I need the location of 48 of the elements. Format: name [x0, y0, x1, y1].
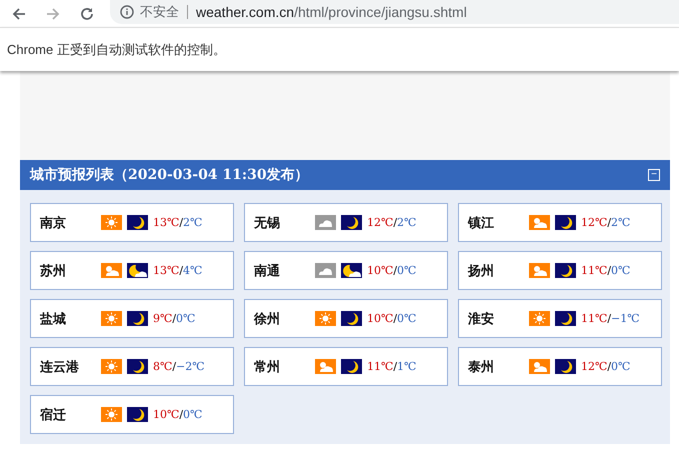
- forward-arrow-icon: [45, 6, 61, 22]
- city-name: 镇江: [468, 214, 495, 232]
- city-card[interactable]: 无锡 12℃/2℃: [244, 203, 448, 242]
- reload-icon: [79, 6, 95, 22]
- city-card[interactable]: 宿迁 10℃/0℃: [30, 395, 234, 434]
- city-name: 连云港: [40, 358, 80, 376]
- city-card[interactable]: 扬州 11℃/0℃: [458, 251, 662, 290]
- city-card[interactable]: 徐州 10℃/0℃: [244, 299, 448, 338]
- city-name: 淮安: [468, 310, 495, 328]
- city-name: 宿迁: [40, 406, 67, 424]
- city-card[interactable]: 常州 11℃/1℃: [244, 347, 448, 386]
- city-name: 扬州: [468, 262, 495, 280]
- temperature-text: 11℃/1℃: [367, 360, 416, 373]
- city-name: 盐城: [40, 310, 67, 328]
- url-text: weather.com.cn/html/province/jiangsu.shtml: [196, 4, 467, 20]
- city-card[interactable]: 镇江 12℃/2℃: [458, 203, 662, 242]
- city-name: 南通: [254, 262, 281, 280]
- temperature-text: 10℃/0℃: [153, 408, 202, 421]
- temperature-text: 12℃/0℃: [581, 360, 630, 373]
- city-card[interactable]: 南通 10℃/0℃: [244, 251, 448, 290]
- temperature-text: 8℃/−2℃: [153, 360, 205, 373]
- city-name: 泰州: [468, 358, 495, 376]
- city-card[interactable]: 连云港 8℃/−2℃: [30, 347, 234, 386]
- city-card[interactable]: 苏州 13℃/4℃: [30, 251, 234, 290]
- temperature-text: 12℃/2℃: [581, 216, 630, 229]
- city-card[interactable]: 南京 13℃/2℃: [30, 203, 234, 242]
- temperature-text: 13℃/2℃: [153, 216, 202, 229]
- temperature-text: 11℃/0℃: [581, 264, 630, 277]
- security-label: 不安全: [140, 4, 188, 18]
- collapse-button[interactable]: −: [648, 169, 660, 181]
- city-name: 苏州: [40, 262, 67, 280]
- city-name: 南京: [40, 214, 67, 232]
- address-bar[interactable]: 不安全 weather.com.cn/html/province/jiangsu.shtml: [110, 0, 679, 24]
- city-card[interactable]: 淮安 11℃/−1℃: [458, 299, 662, 338]
- temperature-text: 11℃/−1℃: [581, 312, 640, 325]
- city-card[interactable]: 盐城 9℃/0℃: [30, 299, 234, 338]
- city-name: 徐州: [254, 310, 281, 328]
- temperature-text: 10℃/0℃: [367, 264, 416, 277]
- info-icon: [120, 4, 134, 18]
- temperature-text: 12℃/2℃: [367, 216, 416, 229]
- panel-title: 城市预报列表（2020-03-04 11:30发布）: [30, 166, 309, 184]
- city-card[interactable]: 泰州 12℃/0℃: [458, 347, 662, 386]
- city-name: 常州: [254, 358, 281, 376]
- temperature-text: 10℃/0℃: [367, 312, 416, 325]
- city-name: 无锡: [254, 214, 281, 232]
- back-arrow-icon: [11, 6, 27, 22]
- temperature-text: 9℃/0℃: [153, 312, 196, 325]
- temperature-text: 13℃/4℃: [153, 264, 202, 277]
